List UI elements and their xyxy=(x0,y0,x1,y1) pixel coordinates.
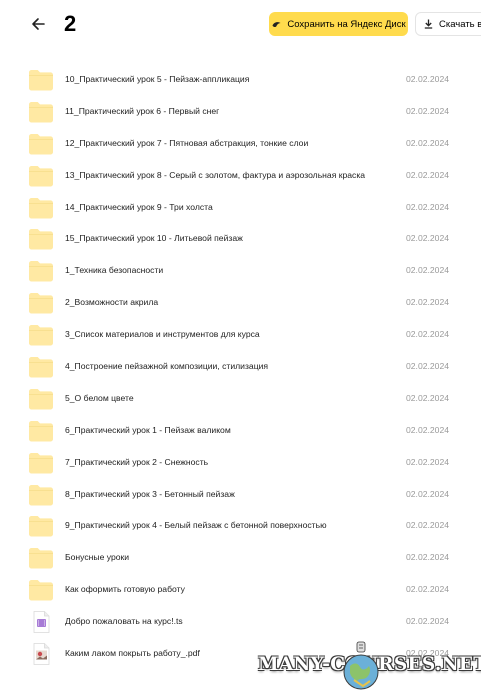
file-list: 10_Практический урок 5 - Пейзаж-аппликац… xyxy=(0,64,481,670)
file-row[interactable]: Как оформить готовую работу 02.02.2024 xyxy=(0,574,481,606)
file-name: 13_Практический урок 8 - Серый с золотом… xyxy=(65,169,366,180)
back-button[interactable] xyxy=(26,14,50,38)
file-name: Добро пожаловать на курс!.ts xyxy=(65,616,183,627)
download-icon xyxy=(424,19,433,29)
file-row[interactable]: 9_Практический урок 4 - Белый пейзаж с б… xyxy=(0,510,481,542)
folder-icon xyxy=(28,133,54,155)
save-button-label: Сохранить на Яндекс Диск xyxy=(287,18,406,30)
file-date: 02.02.2024 xyxy=(406,329,450,340)
file-row[interactable]: 10_Практический урок 5 - Пейзаж-аппликац… xyxy=(0,64,481,96)
folder-icon xyxy=(28,484,54,506)
file-name: 1_Техника безопасности xyxy=(65,265,164,276)
file-row[interactable]: Добро пожаловать на курс!.ts 02.02.2024 xyxy=(0,606,481,638)
folder-icon xyxy=(28,388,54,410)
file-name: Бонусные уроки xyxy=(65,552,130,563)
folder-icon xyxy=(28,260,54,282)
page-title: 2 xyxy=(64,11,77,36)
file-row[interactable]: 12_Практический урок 7 - Пятновая абстра… xyxy=(0,128,481,160)
file-date: 02.02.2024 xyxy=(406,424,450,435)
file-date: 02.02.2024 xyxy=(406,233,450,244)
file-name: 3_Список материалов и инструментов для к… xyxy=(65,329,260,340)
download-all-button[interactable]: Скачать всё xyxy=(415,12,481,36)
save-to-disk-button[interactable]: Сохранить на Яндекс Диск xyxy=(269,12,408,36)
file-name: 9_Практический урок 4 - Белый пейзаж с б… xyxy=(65,520,327,531)
file-date: 02.02.2024 xyxy=(406,105,450,116)
download-button-label: Скачать всё xyxy=(439,18,481,30)
folder-icon xyxy=(28,197,54,219)
file-row[interactable]: 8_Практический урок 3 - Бетонный пейзаж 0… xyxy=(0,479,481,511)
file-row[interactable]: 4_Построение пейзажной композиции, стили… xyxy=(0,351,481,383)
folder-icon xyxy=(28,547,54,569)
file-date: 02.02.2024 xyxy=(406,584,450,595)
file-date: 02.02.2024 xyxy=(406,201,450,212)
folder-icon xyxy=(28,452,54,474)
arrow-left-icon xyxy=(31,17,45,36)
video-file-icon xyxy=(28,611,54,634)
folder-icon xyxy=(28,292,54,314)
file-name: 12_Практический урок 7 - Пятновая абстра… xyxy=(65,137,309,148)
file-row[interactable]: 11_Практический урок 6 - Первый снег 02.0… xyxy=(0,96,481,128)
folder-icon xyxy=(28,515,54,537)
file-date: 02.02.2024 xyxy=(406,361,450,372)
file-row[interactable]: 3_Список материалов и инструментов для к… xyxy=(0,319,481,351)
file-date: 02.02.2024 xyxy=(406,488,450,499)
file-date: 02.02.2024 xyxy=(406,552,450,563)
file-date: 02.02.2024 xyxy=(406,456,450,467)
folder-icon xyxy=(28,101,54,123)
file-name: 6_Практический урок 1 - Пейзаж валиком xyxy=(65,424,231,435)
file-row[interactable]: 14_Практический урок 9 - Три холста 02.02… xyxy=(0,192,481,224)
file-row[interactable]: 5_О белом цвете 02.02.2024 xyxy=(0,383,481,415)
file-row[interactable]: Бонусные уроки 02.02.2024 xyxy=(0,542,481,574)
file-name: 14_Практический урок 9 - Три холста xyxy=(65,201,213,212)
file-date: 02.02.2024 xyxy=(406,137,450,148)
file-name: 15_Практический урок 10 - Литьевой пейза… xyxy=(65,233,243,244)
file-date: 02.02.2024 xyxy=(406,520,450,531)
folder-icon xyxy=(28,579,54,601)
file-row[interactable]: Каким лаком покрыть работу_.pdf 02.02.202… xyxy=(0,638,481,670)
file-name: 8_Практический урок 3 - Бетонный пейзаж xyxy=(65,488,235,499)
yandex-disk-icon xyxy=(271,19,282,30)
file-row[interactable]: 2_Возможности акрила 02.02.2024 xyxy=(0,287,481,319)
folder-icon xyxy=(28,165,54,187)
file-row[interactable]: 15_Практический урок 10 - Литьевой пейза… xyxy=(0,223,481,255)
folder-icon xyxy=(28,420,54,442)
file-date: 02.02.2024 xyxy=(406,392,450,403)
file-name: Каким лаком покрыть работу_.pdf xyxy=(65,648,200,659)
folder-icon xyxy=(28,356,54,378)
pdf-file-icon xyxy=(28,643,54,665)
file-date: 02.02.2024 xyxy=(406,265,450,276)
file-row[interactable]: 13_Практический урок 8 - Серый с золотом… xyxy=(0,160,481,192)
file-name: 2_Возможности акрила xyxy=(65,297,159,308)
file-date: 02.02.2024 xyxy=(406,169,450,180)
folder-icon xyxy=(28,228,54,250)
folder-icon xyxy=(28,324,54,346)
folder-icon xyxy=(28,69,54,91)
file-date: 02.02.2024 xyxy=(406,297,450,308)
file-name: Как оформить готовую работу xyxy=(65,584,185,595)
file-name: 5_О белом цвете xyxy=(65,392,134,403)
file-row[interactable]: 1_Техника безопасности 02.02.2024 xyxy=(0,255,481,287)
file-row[interactable]: 6_Практический урок 1 - Пейзаж валиком 02… xyxy=(0,415,481,447)
file-name: 11_Практический урок 6 - Первый снег xyxy=(65,105,220,116)
file-row[interactable]: 7_Практический урок 2 - Снежность 02.02.2… xyxy=(0,447,481,479)
header-bar: 2 Сохранить на Яндекс Диск Скачать всё xyxy=(0,0,481,60)
file-date: 02.02.2024 xyxy=(406,74,450,84)
file-date: 02.02.2024 xyxy=(406,616,450,627)
file-name: 7_Практический урок 2 - Снежность xyxy=(65,456,209,467)
file-name: 10_Практический урок 5 - Пейзаж-аппликац… xyxy=(65,74,250,84)
file-date: 02.02.2024 xyxy=(406,648,450,659)
file-name: 4_Построение пейзажной композиции, стили… xyxy=(65,361,269,372)
